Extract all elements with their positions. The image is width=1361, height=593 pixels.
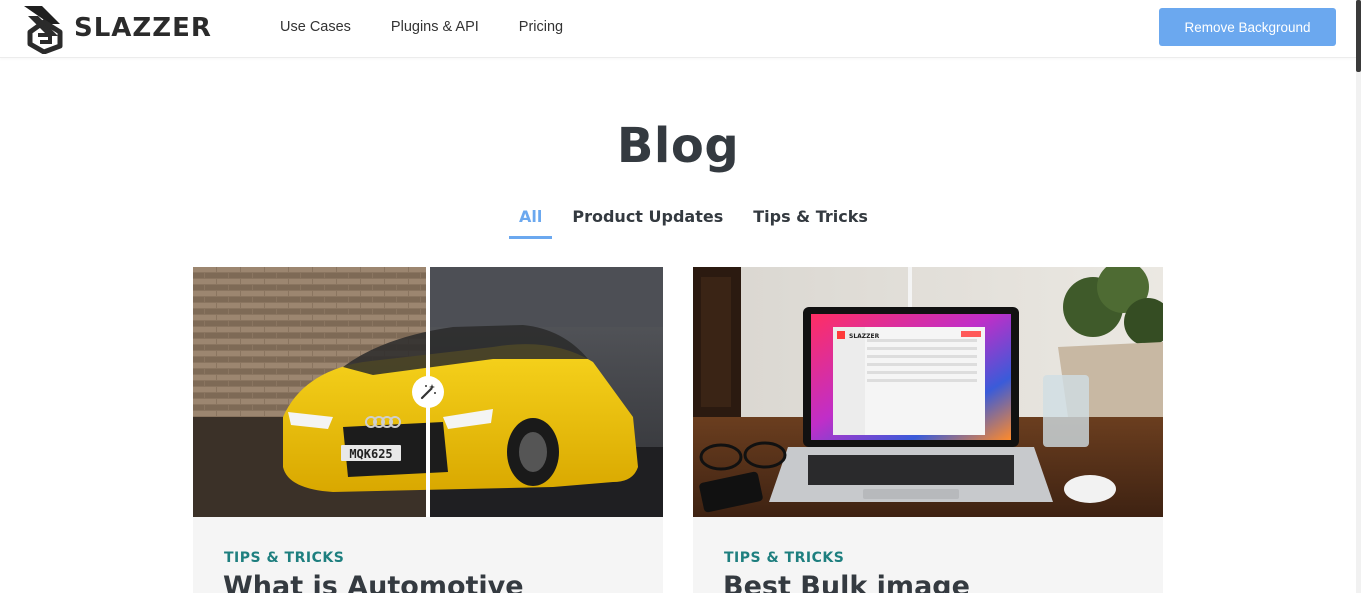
page: SLAZZER Use Cases Plugins & API Pricing … — [0, 0, 1361, 593]
remove-background-button[interactable]: Remove Background — [1159, 8, 1336, 46]
card-title[interactable]: What is Automotive — [223, 571, 524, 593]
card-category[interactable]: TIPS & TRICKS — [224, 550, 344, 566]
card-title[interactable]: Best Bulk image — [723, 571, 970, 593]
license-plate: MQK625 — [349, 447, 392, 461]
main-nav: Use Cases Plugins & API Pricing — [280, 18, 603, 36]
blog-card-automotive[interactable]: MQK625 TIPS & TRICKS What is Automotive — [193, 267, 663, 593]
blog-card-bulk-image[interactable]: SLAZZER TIPS & TRICKS Best Bulk image — [693, 267, 1163, 593]
nav-pricing[interactable]: Pricing — [519, 18, 563, 36]
card-category[interactable]: TIPS & TRICKS — [724, 550, 844, 566]
brand-logo[interactable]: SLAZZER — [20, 0, 212, 56]
page-title: Blog — [616, 118, 740, 174]
magic-wand-icon[interactable] — [419, 383, 437, 401]
top-header: SLAZZER Use Cases Plugins & API Pricing … — [0, 0, 1356, 58]
brand-name: SLAZZER — [74, 13, 212, 43]
tab-all[interactable]: All — [509, 205, 553, 239]
category-tabs: All Product Updates Tips & Tricks — [509, 205, 888, 239]
card-image-laptop[interactable]: SLAZZER — [693, 267, 1163, 517]
slazzer-logo-icon — [24, 6, 63, 54]
nav-use-cases[interactable]: Use Cases — [280, 18, 351, 36]
card-image-car[interactable]: MQK625 — [193, 267, 663, 517]
tab-tips-tricks[interactable]: Tips & Tricks — [743, 205, 878, 239]
nav-plugins-api[interactable]: Plugins & API — [391, 18, 479, 36]
scrollbar-thumb[interactable] — [1356, 0, 1361, 72]
tab-product-updates[interactable]: Product Updates — [562, 205, 733, 239]
page-scrollbar[interactable] — [1356, 0, 1361, 593]
screen-brand-text: SLAZZER — [849, 333, 880, 340]
